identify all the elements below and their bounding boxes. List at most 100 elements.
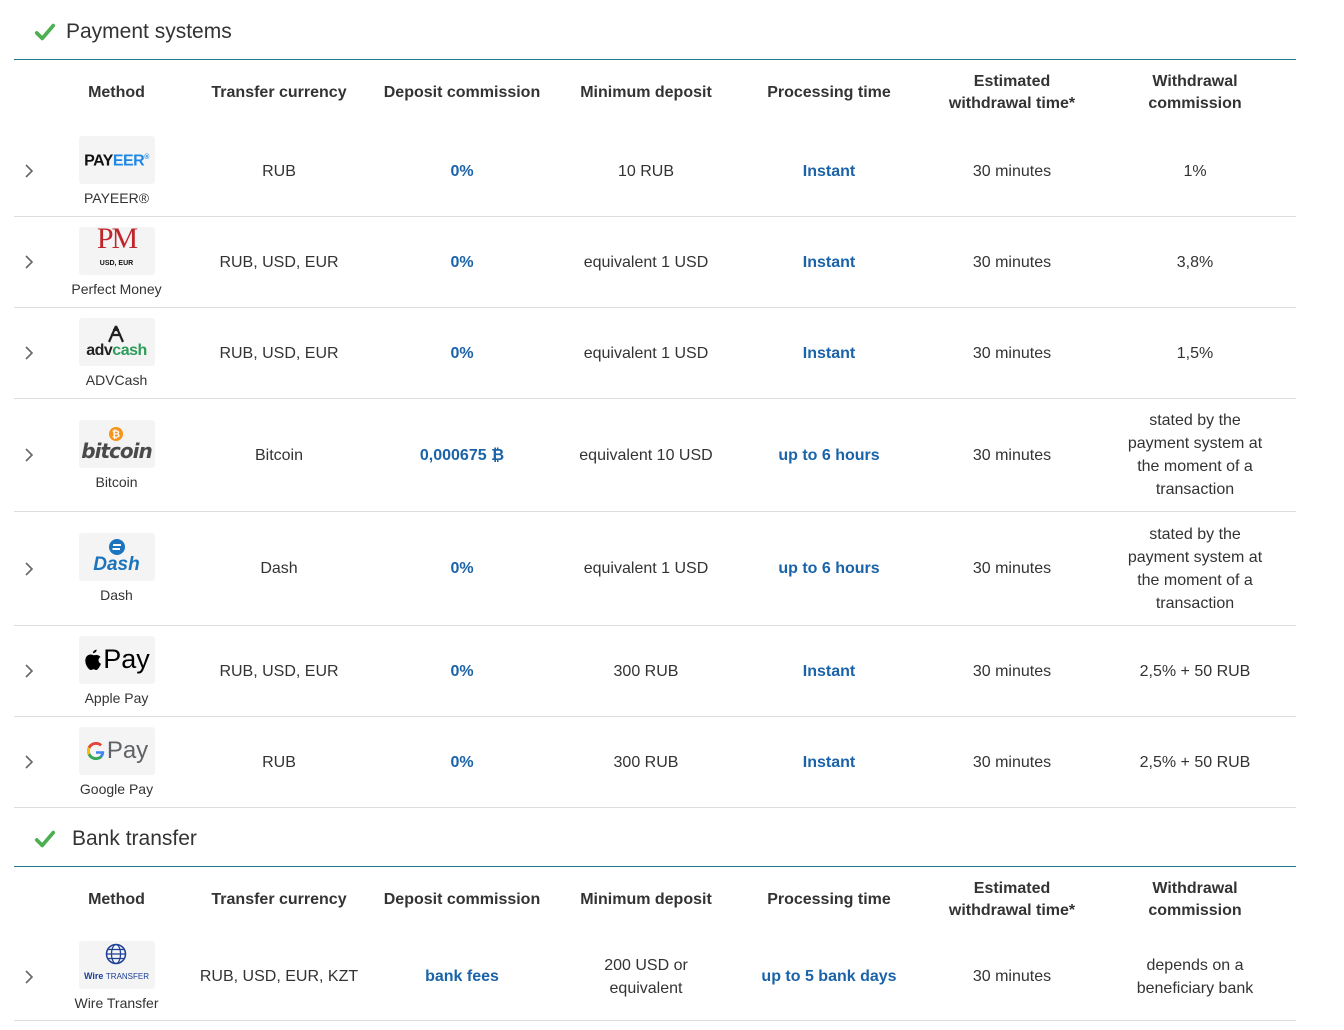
processing-time-value: Instant	[802, 344, 856, 362]
currency-value: RUB	[262, 753, 296, 771]
chevron-right-icon[interactable]	[22, 164, 36, 178]
wire-transfer-logo: Wire TRANSFER	[78, 941, 155, 989]
deposit-commission-value: 0%	[450, 662, 474, 680]
section-header: Payment systems	[14, 5, 1296, 60]
minimum-deposit-value: equivalent 10 USD	[579, 446, 713, 464]
method-label: Bitcoin	[95, 473, 138, 490]
dash-logo: Dash	[78, 533, 155, 581]
payeer-logo: PAYEER®	[78, 135, 155, 184]
globe-icon	[106, 943, 127, 964]
processing-time-value: up to 6 hours	[778, 446, 880, 464]
chevron-right-icon[interactable]	[22, 255, 36, 269]
col-deposit-commission: Deposit commission	[383, 84, 541, 101]
deposit-commission-value: 0%	[450, 560, 474, 577]
currency-value: Bitcoin	[254, 446, 304, 464]
table-row[interactable]: PAYEER® PAYEER® RUB 0% 10 RUB Instant 30…	[14, 126, 1296, 217]
method-label: Google Pay	[79, 780, 154, 797]
minimum-deposit-value: equivalent 1 USD	[583, 253, 709, 271]
chevron-right-icon[interactable]	[22, 755, 36, 769]
apple-pay-logo: Pay	[78, 635, 155, 684]
currency-value: RUB	[262, 162, 296, 180]
currency-value: RUB, USD, EUR, KZT	[199, 968, 359, 985]
col-deposit-commission: Deposit commission	[383, 891, 541, 908]
apple-icon	[85, 649, 102, 670]
table-header: Method Transfer currency Deposit commiss…	[14, 60, 1296, 126]
processing-time-value: Instant	[802, 662, 856, 680]
estimated-time-value: 30 minutes	[972, 344, 1052, 362]
minimum-deposit-value: equivalent 1 USD	[583, 560, 709, 577]
estimated-time-value: 30 minutes	[972, 753, 1052, 771]
col-estimated-withdrawal: Estimated withdrawal time*	[948, 73, 1076, 112]
google-g-icon	[86, 741, 105, 760]
estimated-time-value: 30 minutes	[972, 560, 1052, 577]
method-label: Dash	[100, 587, 133, 603]
withdrawal-commission-value: 3,8%	[1176, 253, 1214, 271]
minimum-deposit-value: 300 RUB	[613, 662, 679, 680]
currency-value: RUB, USD, EUR	[219, 344, 339, 362]
col-withdrawal-commission: Withdrawal commission	[1148, 880, 1242, 919]
chevron-right-icon[interactable]	[22, 969, 36, 984]
table-row[interactable]: Dash Dash Dash 0% equivalent 1 USD up to…	[14, 512, 1296, 626]
estimated-time-value: 30 minutes	[972, 162, 1052, 180]
method-cell: ₿ bitcoin Bitcoin	[44, 419, 189, 491]
method-label: Wire Transfer	[74, 995, 159, 1011]
section-header: Bank transfer	[14, 812, 1296, 867]
method-cell: Pay Apple Pay	[44, 635, 189, 707]
bitcoin-logo: ₿ bitcoin	[78, 419, 155, 468]
method-cell: PM USD, EUR Perfect Money	[44, 224, 189, 298]
table-row[interactable]: Pay Apple Pay RUB, USD, EUR 0% 300 RUB I…	[14, 626, 1296, 717]
bank-transfer-section: Bank transfer Method Transfer currency D…	[14, 812, 1296, 1021]
col-processing-time: Processing time	[767, 84, 891, 101]
col-method: Method	[88, 891, 145, 908]
table-row[interactable]: Wire TRANSFER Wire Transfer RUB, USD, EU…	[14, 933, 1296, 1021]
withdrawal-commission-value: stated by the payment system at the moment…	[1127, 525, 1263, 612]
col-currency: Transfer currency	[211, 891, 347, 908]
processing-time-value: Instant	[802, 162, 856, 180]
col-method: Method	[88, 84, 145, 101]
currency-value: RUB, USD, EUR	[219, 662, 339, 680]
chevron-right-icon[interactable]	[22, 664, 36, 678]
withdrawal-commission-value: 2,5% + 50 RUB	[1139, 753, 1251, 771]
col-minimum-deposit: Minimum deposit	[580, 891, 712, 908]
google-pay-logo: Pay	[78, 726, 155, 775]
chevron-right-icon[interactable]	[22, 346, 36, 360]
col-processing-time: Processing time	[767, 891, 891, 908]
deposit-commission-value: 0%	[450, 344, 474, 362]
deposit-commission-value: 0%	[450, 162, 474, 180]
method-label: ADVCash	[85, 371, 148, 388]
minimum-deposit-value: 10 RUB	[617, 162, 675, 180]
table-row[interactable]: ₿ bitcoin Bitcoin Bitcoin 0,000675 ₿ equ…	[14, 399, 1296, 512]
method-cell: Wire TRANSFER Wire Transfer	[44, 941, 189, 1012]
method-label: Apple Pay	[84, 689, 149, 706]
check-icon	[34, 23, 56, 41]
table-row[interactable]: Pay Google Pay RUB 0% 300 RUB Instant 30…	[14, 717, 1296, 808]
check-icon	[34, 830, 56, 848]
method-label: Perfect Money	[71, 280, 162, 297]
deposit-commission-value: bank fees	[425, 968, 499, 985]
table-row[interactable]: advcash ADVCash RUB, USD, EUR 0% equival…	[14, 308, 1296, 399]
currency-value: RUB, USD, EUR	[219, 253, 339, 271]
table-header: Method Transfer currency Deposit commiss…	[14, 867, 1296, 933]
deposit-commission-value: 0%	[450, 253, 474, 271]
withdrawal-commission-value: 1%	[1183, 162, 1207, 180]
method-cell: PAYEER® PAYEER®	[44, 135, 189, 207]
chevron-right-icon[interactable]	[22, 561, 36, 576]
method-cell: Pay Google Pay	[44, 726, 189, 798]
col-currency: Transfer currency	[211, 84, 347, 101]
payment-systems-section: Payment systems Method Transfer currency…	[14, 5, 1296, 808]
estimated-time-value: 30 minutes	[972, 968, 1052, 985]
withdrawal-commission-value: stated by the payment system at the moment…	[1127, 412, 1263, 498]
deposit-commission-value: 0,000675 ₿	[419, 446, 505, 464]
dash-coin-icon	[108, 539, 125, 555]
col-minimum-deposit: Minimum deposit	[580, 84, 712, 101]
section-title: Payment systems	[66, 20, 232, 43]
col-withdrawal-commission: Withdrawal commission	[1148, 73, 1242, 112]
chevron-right-icon[interactable]	[22, 448, 36, 462]
minimum-deposit-value: equivalent 1 USD	[583, 344, 709, 362]
withdrawal-commission-value: 2,5% + 50 RUB	[1139, 662, 1251, 680]
processing-time-value: Instant	[802, 753, 856, 771]
method-cell: Dash Dash	[44, 533, 189, 604]
estimated-time-value: 30 minutes	[972, 446, 1052, 464]
currency-value: Dash	[260, 560, 298, 577]
table-row[interactable]: PM USD, EUR Perfect Money RUB, USD, EUR 0…	[14, 217, 1296, 308]
